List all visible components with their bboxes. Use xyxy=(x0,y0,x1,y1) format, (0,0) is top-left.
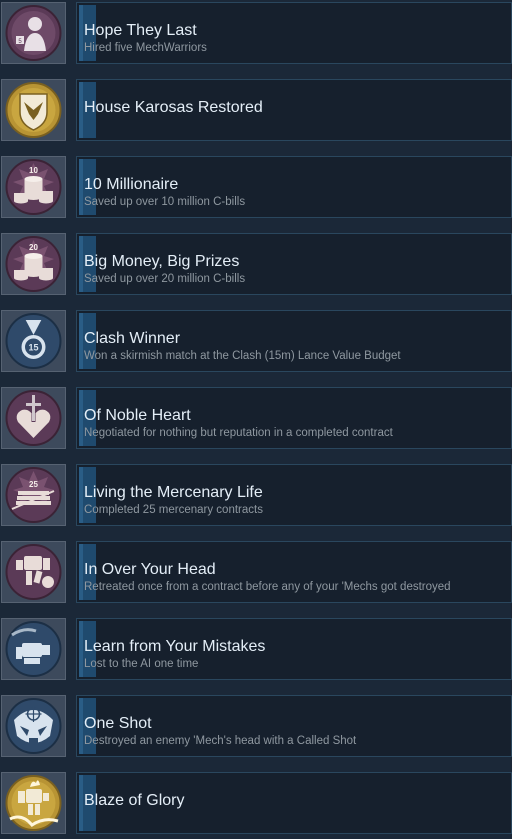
icon-badge-number: 10 xyxy=(29,166,38,175)
achievement-card: Clash Winner Won a skirmish match at the … xyxy=(76,310,512,372)
achievement-card: 10 Millionaire Saved up over 10 million C… xyxy=(76,156,512,218)
achievement-row: Of Noble Heart Negotiated for nothing but… xyxy=(0,385,512,451)
contract-stack-icon: 25 xyxy=(1,464,66,526)
house-crest-shield-icon xyxy=(1,79,66,141)
coin-stacks-icon: 20 xyxy=(1,233,66,295)
icon-badge-number: 25 xyxy=(29,480,38,489)
achievement-title: Learn from Your Mistakes xyxy=(84,638,266,655)
achievement-description: Retreated once from a contract before an… xyxy=(84,581,451,593)
achievement-card: One Shot Destroyed an enemy 'Mech's head … xyxy=(76,695,512,757)
achievement-card: Blaze of Glory xyxy=(76,772,512,834)
achievement-title: Of Noble Heart xyxy=(84,407,191,424)
achievement-row: 5 Hope They Last Hired five MechWarriors xyxy=(0,0,512,66)
achievement-title: One Shot xyxy=(84,715,152,732)
achievement-row: 25 Living the Mercenary Life Completed 25 … xyxy=(0,462,512,528)
retreating-mech-icon xyxy=(1,541,66,603)
achievement-title: In Over Your Head xyxy=(84,561,216,578)
achievement-card: Big Money, Big Prizes Saved up over 20 mi… xyxy=(76,233,512,295)
coin-stacks-icon: 10 xyxy=(1,156,66,218)
achievement-row: House Karosas Restored xyxy=(0,77,512,143)
achievement-title: 10 Millionaire xyxy=(84,176,179,193)
achievement-description: Negotiated for nothing but reputation in… xyxy=(84,427,393,439)
achievement-row: Blaze of Glory xyxy=(0,770,512,836)
achievement-row: One Shot Destroyed an enemy 'Mech's head … xyxy=(0,693,512,759)
achievement-card: Hope They Last Hired five MechWarriors xyxy=(76,2,512,64)
achievement-list: 5 Hope They Last Hired five MechWarriors H… xyxy=(0,0,512,839)
achievement-title: House Karosas Restored xyxy=(84,99,263,116)
achievement-card: Learn from Your Mistakes Lost to the AI o… xyxy=(76,618,512,680)
flaming-mech-icon xyxy=(1,772,66,834)
achievement-description: Destroyed an enemy 'Mech's head with a C… xyxy=(84,735,357,747)
achievement-card: Living the Mercenary Life Completed 25 me… xyxy=(76,464,512,526)
achievement-title: Blaze of Glory xyxy=(84,792,185,809)
mechwarrior-portrait-icon: 5 xyxy=(1,2,66,64)
achievement-card: Of Noble Heart Negotiated for nothing but… xyxy=(76,387,512,449)
achievement-row: 10 10 Millionaire Saved up over 10 million… xyxy=(0,154,512,220)
achievement-description: Completed 25 mercenary contracts xyxy=(84,504,263,516)
medal-icon: 15 xyxy=(1,310,66,372)
achievement-title: Living the Mercenary Life xyxy=(84,484,263,501)
icon-badge-number: 20 xyxy=(29,243,38,252)
achievement-title: Big Money, Big Prizes xyxy=(84,253,240,270)
achievement-row: 15 Clash Winner Won a skirmish match at th… xyxy=(0,308,512,374)
achievement-row: Learn from Your Mistakes Lost to the AI o… xyxy=(0,616,512,682)
achievement-row: In Over Your Head Retreated once from a c… xyxy=(0,539,512,605)
achievement-row: 20 Big Money, Big Prizes Saved up over 20 … xyxy=(0,231,512,297)
sword-heart-icon xyxy=(1,387,66,449)
icon-badge-number: 15 xyxy=(28,343,38,353)
achievement-description: Lost to the AI one time xyxy=(84,658,199,670)
achievement-description: Saved up over 10 million C-bills xyxy=(84,196,246,208)
achievement-description: Hired five MechWarriors xyxy=(84,42,207,54)
achievement-card: In Over Your Head Retreated once from a c… xyxy=(76,541,512,603)
fallen-mech-icon xyxy=(1,618,66,680)
crosshair-skull-icon xyxy=(1,695,66,757)
achievement-card: House Karosas Restored xyxy=(76,79,512,141)
achievement-description: Won a skirmish match at the Clash (15m) … xyxy=(84,350,401,362)
achievement-description: Saved up over 20 million C-bills xyxy=(84,273,246,285)
achievement-title: Hope They Last xyxy=(84,22,197,39)
achievement-title: Clash Winner xyxy=(84,330,181,347)
